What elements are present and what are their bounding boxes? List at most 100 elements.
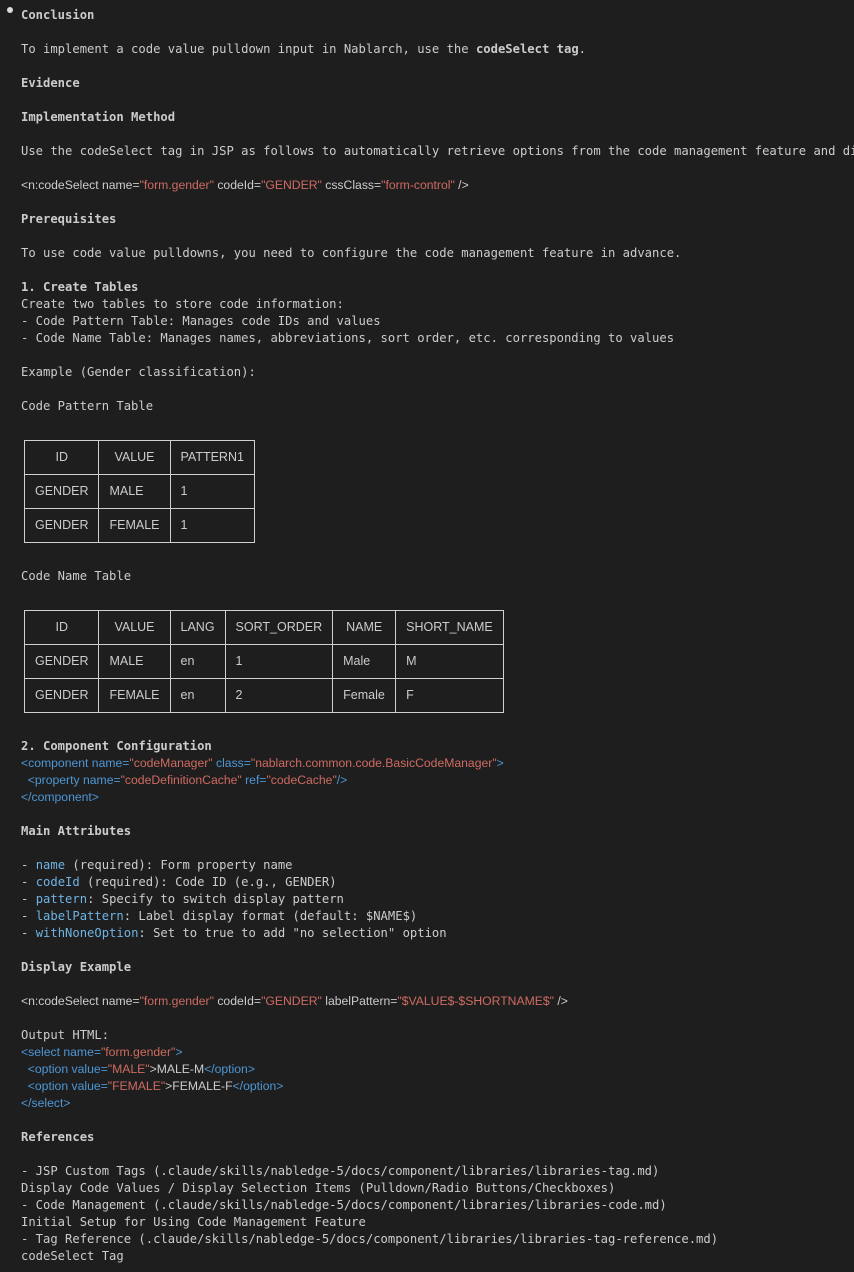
html-tag: <option xyxy=(21,1079,69,1093)
table-cell: GENDER xyxy=(23,508,100,543)
table-row: GENDER FEMALE en 2 Female F xyxy=(23,678,504,713)
html-value: "FEMALE" xyxy=(107,1079,166,1093)
intro-line: To implement a code value pulldown input… xyxy=(21,41,586,58)
attr-list-item: - pattern: Specify to switch display pat… xyxy=(21,892,344,906)
bullet-icon xyxy=(7,7,13,13)
table-header-cell: NAME xyxy=(332,610,397,645)
table-cell: en xyxy=(169,644,226,679)
attr-desc: : Set to true to add "no selection" opti… xyxy=(138,926,447,940)
xml-tag-end: > xyxy=(496,756,504,770)
table-cell: MALE xyxy=(98,644,171,679)
table-cell: Male xyxy=(332,644,397,679)
xml-value: "codeCache" xyxy=(266,773,337,787)
xml-tag: <component xyxy=(21,756,89,770)
table-cell: 1 xyxy=(169,474,255,509)
output-html-label: Output HTML: xyxy=(21,1028,110,1042)
table-row: GENDER MALE 1 xyxy=(23,474,255,509)
step1-heading: 1. Create Tables xyxy=(21,280,139,294)
attr-name: codeId xyxy=(35,875,80,889)
attr-list-item: - name (required): Form property name xyxy=(21,858,293,872)
code2-value-labelpattern: "$VALUE$-$SHORTNAME$" xyxy=(397,994,554,1008)
table-cell: GENDER xyxy=(23,644,100,679)
reference-line: - Tag Reference (.claude/skills/nabledge… xyxy=(21,1232,719,1246)
xml-attr: name= xyxy=(88,756,130,770)
xml-line-2: <property name="codeDefinitionCache" ref… xyxy=(21,772,348,789)
heading-display-example: Display Example xyxy=(21,960,132,974)
table-header-cell: ID xyxy=(23,610,100,645)
table-cell: en xyxy=(169,678,226,713)
heading-references: References xyxy=(21,1130,95,1144)
table-cell: Female xyxy=(332,678,397,713)
implementation-text: Use the codeSelect tag in JSP as follows… xyxy=(21,144,854,158)
code-name-table: ID VALUE LANG SORT_ORDER NAME SHORT_NAME… xyxy=(23,610,504,713)
output-line-2: <option value="MALE">MALE-M</option> xyxy=(21,1061,255,1078)
attr-desc: : Label display format (default: $NAME$) xyxy=(123,909,418,923)
code-example-1: <n:codeSelect name="form.gender" codeId=… xyxy=(21,177,469,194)
code2-attr-labelpattern: labelPattern= xyxy=(321,994,398,1008)
table-cell: M xyxy=(395,644,504,679)
attr-name: labelPattern xyxy=(35,909,124,923)
code-pattern-table-title: Code Pattern Table xyxy=(21,399,154,413)
table-header-cell: SORT_ORDER xyxy=(224,610,334,645)
table-header-row: ID VALUE PATTERN1 xyxy=(23,440,255,475)
table-header-cell: LANG xyxy=(169,610,226,645)
attr-list-item: - withNoneOption: Set to true to add "no… xyxy=(21,926,447,940)
code2-open: <n:codeSelect name= xyxy=(21,994,140,1008)
table-header-cell: SHORT_NAME xyxy=(395,610,504,645)
table-header-cell: VALUE xyxy=(98,610,171,645)
code1-attr-codeid: codeId= xyxy=(213,178,262,192)
heading-implementation-method: Implementation Method xyxy=(21,110,176,124)
code-name-table-title: Code Name Table xyxy=(21,569,132,583)
intro-text: To implement a code value pulldown input… xyxy=(21,42,476,56)
html-attr: value= xyxy=(68,1062,108,1076)
html-tag: <select xyxy=(21,1045,60,1059)
html-tag: </option> xyxy=(232,1079,284,1093)
table-cell: 2 xyxy=(224,678,334,713)
example-label: Example (Gender classification): xyxy=(21,365,256,379)
xml-value: "nablarch.common.code.BasicCodeManager" xyxy=(250,756,497,770)
reference-line: - JSP Custom Tags (.claude/skills/nabled… xyxy=(21,1164,660,1178)
reference-line: - Code Management (.claude/skills/nabled… xyxy=(21,1198,667,1212)
code2-close: /> xyxy=(553,994,568,1008)
html-tag: <option xyxy=(21,1062,69,1076)
xml-attr: name= xyxy=(79,773,121,787)
output-line-4: </select> xyxy=(21,1096,71,1110)
output-line-1: <select name="form.gender"> xyxy=(21,1044,182,1061)
xml-tag: <property xyxy=(21,773,80,787)
intro-end: . xyxy=(578,42,587,56)
code2-value-name: "form.gender" xyxy=(139,994,214,1008)
html-text: >MALE-M xyxy=(149,1062,205,1076)
table-cell: F xyxy=(395,678,504,713)
table-row: GENDER MALE en 1 Male M xyxy=(23,644,504,679)
code1-value-name: "form.gender" xyxy=(139,178,214,192)
table-header-row: ID VALUE LANG SORT_ORDER NAME SHORT_NAME xyxy=(23,610,504,645)
attr-name: name xyxy=(35,858,66,872)
step1-line: Create two tables to store code informat… xyxy=(21,297,344,311)
code2-attr-codeid: codeId= xyxy=(213,994,262,1008)
attr-desc: (required): Form property name xyxy=(65,858,293,872)
html-attr: value= xyxy=(68,1079,108,1093)
reference-line: codeSelect Tag xyxy=(21,1249,124,1263)
table-header-cell: VALUE xyxy=(98,440,171,475)
attr-desc: (required): Code ID (e.g., GENDER) xyxy=(79,875,337,889)
xml-attr: ref= xyxy=(241,773,267,787)
attr-desc: : Specify to switch display pattern xyxy=(87,892,344,906)
xml-tag-end: /> xyxy=(336,773,348,787)
output-line-3: <option value="FEMALE">FEMALE-F</option> xyxy=(21,1078,284,1095)
table-cell: 1 xyxy=(224,644,334,679)
reference-line: Display Code Values / Display Selection … xyxy=(21,1181,616,1195)
table-cell: FEMALE xyxy=(98,678,171,713)
heading-evidence: Evidence xyxy=(21,76,80,90)
heading-prerequisites: Prerequisites xyxy=(21,212,117,226)
step2-heading: 2. Component Configuration xyxy=(21,739,212,753)
code1-value-codeid: "GENDER" xyxy=(261,178,322,192)
xml-line-1: <component name="codeManager" class="nab… xyxy=(21,755,504,772)
table-cell: GENDER xyxy=(23,474,100,509)
attr-name: withNoneOption xyxy=(35,926,139,940)
code1-open: <n:codeSelect name= xyxy=(21,178,140,192)
code1-close: /> xyxy=(454,178,469,192)
code1-attr-cssclass: cssClass= xyxy=(321,178,382,192)
code2-value-codeid: "GENDER" xyxy=(261,994,322,1008)
attr-list-item: - labelPattern: Label display format (de… xyxy=(21,909,418,923)
attr-name: pattern xyxy=(35,892,88,906)
